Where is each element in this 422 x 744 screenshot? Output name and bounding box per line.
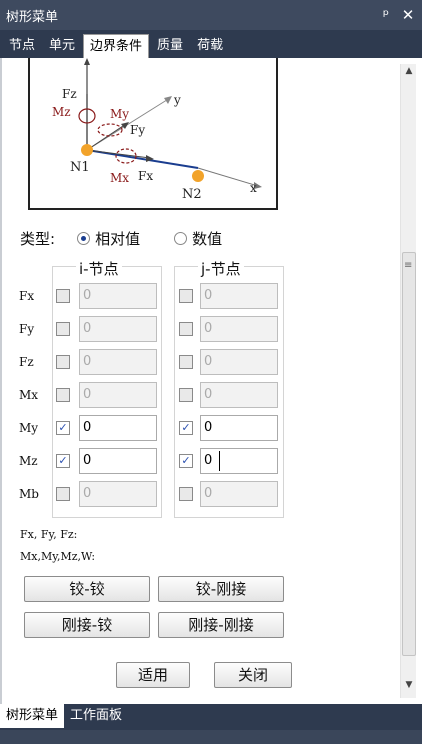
j-value-field-fy[interactable]: 0: [200, 316, 278, 342]
radio-relative-value[interactable]: 相对值: [77, 228, 140, 249]
row-label-mz: Mz: [19, 454, 38, 468]
j-value-field-fz[interactable]: 0: [200, 349, 278, 375]
scroll-down-icon[interactable]: ▼: [401, 680, 417, 696]
note-forces: Fx, Fy, Fz:: [20, 528, 78, 541]
type-label: 类型:: [20, 230, 56, 248]
label-fy: Fy: [130, 123, 145, 137]
j-checkbox-fx[interactable]: [179, 289, 193, 303]
scroll-thumb[interactable]: [402, 252, 416, 656]
j-checkbox-fy[interactable]: [179, 322, 193, 336]
j-checkbox-mx[interactable]: [179, 388, 193, 402]
row-label-mb: Mb: [19, 487, 39, 501]
tab-mass[interactable]: 质量: [151, 34, 189, 58]
i-value-field-fx[interactable]: 0: [79, 283, 157, 309]
label-fx: Fx: [138, 169, 153, 183]
j-checkbox-mb[interactable]: [179, 487, 193, 501]
scroll-up-icon[interactable]: ▲: [401, 66, 417, 82]
scroll-grip-icon: ≡: [404, 260, 413, 271]
bottom-tab-strip: 树形菜单 工作面板: [0, 704, 422, 730]
i-checkbox-fx[interactable]: [56, 289, 70, 303]
panel-title: 树形菜单: [6, 9, 59, 25]
top-tab-strip: 节点 单元 边界条件 质量 荷载: [0, 30, 422, 58]
label-x: x: [250, 181, 257, 195]
label-mx: Mx: [110, 171, 129, 185]
tab-elements[interactable]: 单元: [43, 34, 81, 58]
panel-titlebar: 树形菜单 ᵖ ✕: [0, 0, 422, 30]
label-my: My: [110, 107, 129, 121]
j-value-field-mx[interactable]: 0: [200, 382, 278, 408]
label-n1: N1: [70, 160, 90, 175]
i-checkbox-fy[interactable]: [56, 322, 70, 336]
row-label-fx: Fx: [19, 289, 35, 303]
label-fz: Fz: [62, 87, 77, 101]
i-checkbox-mb[interactable]: [56, 487, 70, 501]
radio-absolute-value[interactable]: 数值: [174, 228, 222, 249]
row-label-fz: Fz: [19, 355, 34, 369]
vertical-scrollbar[interactable]: ▲ ≡ ▼: [400, 64, 416, 698]
pin-fixed-button[interactable]: 铰-刚接: [158, 576, 284, 602]
j-checkbox-mz[interactable]: ✓: [179, 454, 193, 468]
close-button[interactable]: 关闭: [214, 662, 292, 688]
pin-icon[interactable]: ᵖ: [378, 6, 394, 24]
diagram-svg: Fz Mz My y Fy N1 Mx Fx N2 x: [52, 58, 262, 202]
i-checkbox-my[interactable]: ✓: [56, 421, 70, 435]
i-checkbox-mx[interactable]: [56, 388, 70, 402]
text-caret: [219, 451, 220, 471]
tab-nodes[interactable]: 节点: [3, 34, 41, 58]
i-value-field-fz[interactable]: 0: [79, 349, 157, 375]
i-checkbox-fz[interactable]: [56, 355, 70, 369]
tab-work-panel[interactable]: 工作面板: [64, 704, 128, 728]
i-value-field-fy[interactable]: 0: [79, 316, 157, 342]
j-checkbox-fz[interactable]: [179, 355, 193, 369]
label-y: y: [173, 93, 181, 107]
label-n2: N2: [182, 187, 202, 202]
pin-pin-button[interactable]: 铰-铰: [24, 576, 150, 602]
row-label-my: My: [19, 421, 39, 435]
i-value-field-mb[interactable]: 0: [79, 481, 157, 507]
label-mz: Mz: [52, 105, 71, 119]
radio-off-icon[interactable]: [174, 232, 188, 245]
apply-button[interactable]: 适用: [116, 662, 190, 688]
j-value-field-my[interactable]: 0: [200, 415, 278, 441]
j-checkbox-my[interactable]: ✓: [179, 421, 193, 435]
i-value-field-my[interactable]: 0: [79, 415, 157, 441]
tab-loads[interactable]: 荷载: [191, 34, 229, 58]
i-value-field-mx[interactable]: 0: [79, 382, 157, 408]
radio-relative-label: 相对值: [95, 230, 141, 248]
tab-boundary-conditions[interactable]: 边界条件: [83, 34, 150, 58]
i-value-field-mz[interactable]: 0: [79, 448, 157, 474]
title-controls: ᵖ ✕: [378, 6, 422, 24]
tab-tree-menu[interactable]: 树形菜单: [0, 704, 65, 728]
row-label-fy: Fy: [19, 322, 35, 336]
row-label-mx: Mx: [19, 388, 39, 402]
i-node-header: i-节点: [76, 258, 122, 279]
j-value-field-mz[interactable]: 0: [200, 448, 278, 474]
radio-on-icon[interactable]: [77, 232, 91, 245]
fixed-pin-button[interactable]: 刚接-铰: [24, 612, 150, 638]
i-checkbox-mz[interactable]: ✓: [56, 454, 70, 468]
type-selector: 类型: 相对值 数值: [20, 228, 222, 249]
j-value-field-fx[interactable]: 0: [200, 283, 278, 309]
close-icon[interactable]: ✕: [400, 6, 416, 24]
j-value-field-mb[interactable]: 0: [200, 481, 278, 507]
radio-absolute-label: 数值: [192, 230, 223, 248]
fixed-fixed-button[interactable]: 刚接-刚接: [158, 612, 284, 638]
beam-end-release-diagram: Fz Mz My y Fy N1 Mx Fx N2 x: [28, 58, 278, 210]
note-moments: Mx,My,Mz,W:: [20, 550, 96, 563]
footer-strip: [0, 730, 422, 744]
j-node-header: j-节点: [198, 258, 244, 279]
